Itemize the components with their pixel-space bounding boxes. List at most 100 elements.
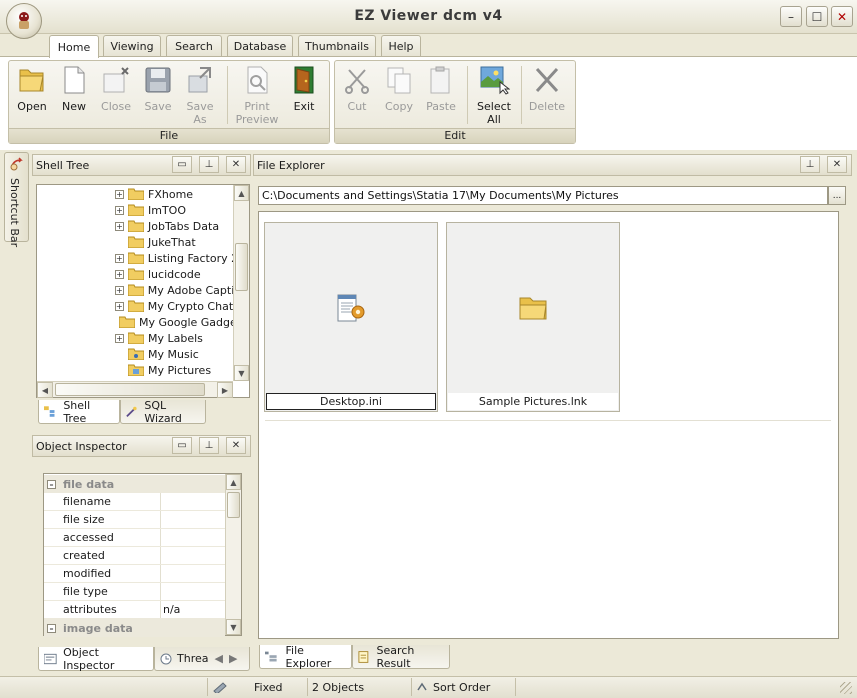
tab-thumbnails[interactable]: Thumbnails — [298, 35, 376, 57]
tree-item[interactable]: JukeThat — [115, 234, 233, 250]
tree-item[interactable]: My Google Gadgets — [115, 314, 233, 330]
expand-icon[interactable]: + — [115, 269, 124, 279]
copy-button[interactable]: Copy — [379, 64, 419, 113]
save-button[interactable]: Save — [138, 64, 178, 113]
tree-item[interactable]: + My Labels — [115, 330, 233, 346]
tree-item[interactable]: My Music — [115, 346, 233, 362]
shell-tree-vscrollbar[interactable]: ▲ ▼ — [233, 185, 249, 381]
tree-item[interactable]: +My Adobe Captivate — [115, 282, 233, 298]
object-inspector-float-button[interactable]: ▭ — [172, 437, 192, 454]
property-row[interactable]: created — [44, 547, 225, 565]
app-logo-icon — [19, 12, 29, 29]
property-grid-vscrollbar[interactable]: ▲ ▼ — [225, 474, 241, 635]
pen-icon — [213, 682, 227, 693]
tree-icon — [44, 405, 55, 417]
file-explorer-pin-button[interactable]: ⊥ — [800, 156, 820, 173]
property-row[interactable]: accessed — [44, 529, 225, 547]
scroll-thumb[interactable] — [227, 492, 240, 518]
collapse-icon[interactable]: – — [47, 623, 56, 633]
expand-icon[interactable]: + — [115, 285, 124, 295]
select-all-button[interactable]: Select All — [472, 64, 516, 126]
property-row[interactable]: file type — [44, 583, 225, 601]
property-row[interactable]: attributes n/a — [44, 601, 225, 619]
tree-item[interactable]: + FXhome — [115, 186, 233, 202]
scroll-up-icon[interactable]: ▲ — [226, 474, 241, 490]
shell-tree-pin-button[interactable]: ⊥ — [199, 156, 219, 173]
tab-database[interactable]: Database — [227, 35, 293, 57]
delete-x-icon — [535, 67, 559, 93]
row-divider — [265, 420, 831, 421]
resize-grip-icon[interactable] — [840, 682, 852, 694]
property-grid[interactable]: – file data filename file size accessed … — [43, 473, 242, 637]
expand-icon[interactable]: + — [115, 253, 124, 263]
tree-item[interactable]: + Listing Factory 2 — [115, 250, 233, 266]
tab-search[interactable]: Search — [166, 35, 222, 57]
browse-button[interactable]: ... — [828, 186, 846, 205]
tab-file-explorer[interactable]: File Explorer — [259, 644, 352, 670]
save-as-button[interactable]: Save As — [180, 64, 220, 126]
scroll-thumb[interactable] — [235, 243, 248, 291]
scroll-thumb[interactable] — [55, 383, 205, 396]
object-inspector-pin-button[interactable]: ⊥ — [199, 437, 219, 454]
delete-button[interactable]: Delete — [527, 64, 567, 113]
application-menu-button[interactable] — [6, 3, 42, 39]
paste-button[interactable]: Paste — [421, 64, 461, 113]
print-preview-button[interactable]: Print Preview — [235, 64, 279, 126]
property-category[interactable]: – file data — [44, 475, 225, 493]
tab-scroll-right-icon[interactable]: ▶ — [229, 652, 237, 665]
scroll-down-icon[interactable]: ▼ — [234, 365, 249, 381]
tab-search-result[interactable]: Search Result — [352, 644, 450, 670]
shell-tree-view[interactable]: + FXhome + ImTOO + JobTabs Data JukeThat + L… — [36, 184, 250, 398]
tab-help[interactable]: Help — [381, 35, 421, 57]
tree-item[interactable]: + My Crypto Chat — [115, 298, 233, 314]
close-window-button[interactable]: ✕ — [831, 6, 853, 27]
property-category[interactable]: – image data — [44, 619, 225, 637]
tab-sql-wizard[interactable]: SQL Wizard — [120, 399, 206, 425]
scroll-up-icon[interactable]: ▲ — [234, 185, 249, 201]
tree-item[interactable]: + ImTOO — [115, 202, 233, 218]
property-row[interactable]: filename — [44, 493, 225, 511]
property-row[interactable]: file size — [44, 511, 225, 529]
file-name: Sample Pictures.lnk — [448, 393, 618, 410]
save-as-label: Save As — [186, 100, 214, 126]
shell-tree-float-button[interactable]: ▭ — [172, 156, 192, 173]
scroll-left-icon[interactable]: ◀ — [37, 382, 53, 398]
expand-icon[interactable]: + — [115, 189, 124, 199]
cut-button[interactable]: Cut — [337, 64, 377, 113]
tab-threads[interactable]: Threa ◀ ▶ — [154, 647, 250, 671]
object-inspector-close-button[interactable]: ✕ — [226, 437, 246, 454]
collapse-icon[interactable]: – — [47, 479, 56, 489]
tab-shell-tree[interactable]: Shell Tree — [38, 399, 120, 425]
shell-tree-close-button[interactable]: ✕ — [226, 156, 246, 173]
tab-object-inspector[interactable]: Object Inspector — [38, 646, 154, 672]
property-row[interactable]: modified — [44, 565, 225, 583]
paste-icon — [430, 66, 450, 94]
open-button[interactable]: Open — [12, 64, 52, 113]
shell-tree-hscrollbar[interactable]: ◀ ▶ — [37, 381, 233, 398]
expand-icon[interactable]: + — [115, 333, 124, 343]
file-thumbnail[interactable]: Desktop.ini — [264, 222, 438, 412]
tab-viewing[interactable]: Viewing — [103, 35, 161, 57]
new-button[interactable]: New — [54, 64, 94, 113]
tree-item[interactable]: + lucidcode — [115, 266, 233, 282]
close-button[interactable]: Close — [96, 64, 136, 113]
scroll-right-icon[interactable]: ▶ — [217, 382, 233, 398]
expand-icon[interactable]: + — [115, 221, 124, 231]
minimize-button[interactable]: – — [780, 6, 802, 27]
status-sort-order[interactable]: Sort Order — [411, 678, 515, 696]
scroll-down-icon[interactable]: ▼ — [226, 619, 241, 635]
expand-icon[interactable]: + — [115, 205, 124, 215]
tree-item-selected[interactable]: My Pictures — [115, 362, 233, 378]
expand-icon[interactable]: + — [115, 301, 124, 311]
ribbon-separator — [227, 66, 228, 124]
tab-scroll-left-icon[interactable]: ◀ — [214, 652, 222, 665]
exit-button[interactable]: Exit — [284, 64, 324, 113]
maximize-button[interactable]: ☐ — [806, 6, 828, 27]
print-preview-icon — [247, 66, 268, 94]
file-thumbnail[interactable]: Sample Pictures.lnk — [446, 222, 620, 412]
path-input[interactable] — [258, 186, 828, 205]
tab-home[interactable]: Home — [49, 35, 99, 58]
file-group-label: File — [9, 128, 329, 143]
tree-item[interactable]: + JobTabs Data — [115, 218, 233, 234]
file-explorer-close-button[interactable]: ✕ — [827, 156, 847, 173]
